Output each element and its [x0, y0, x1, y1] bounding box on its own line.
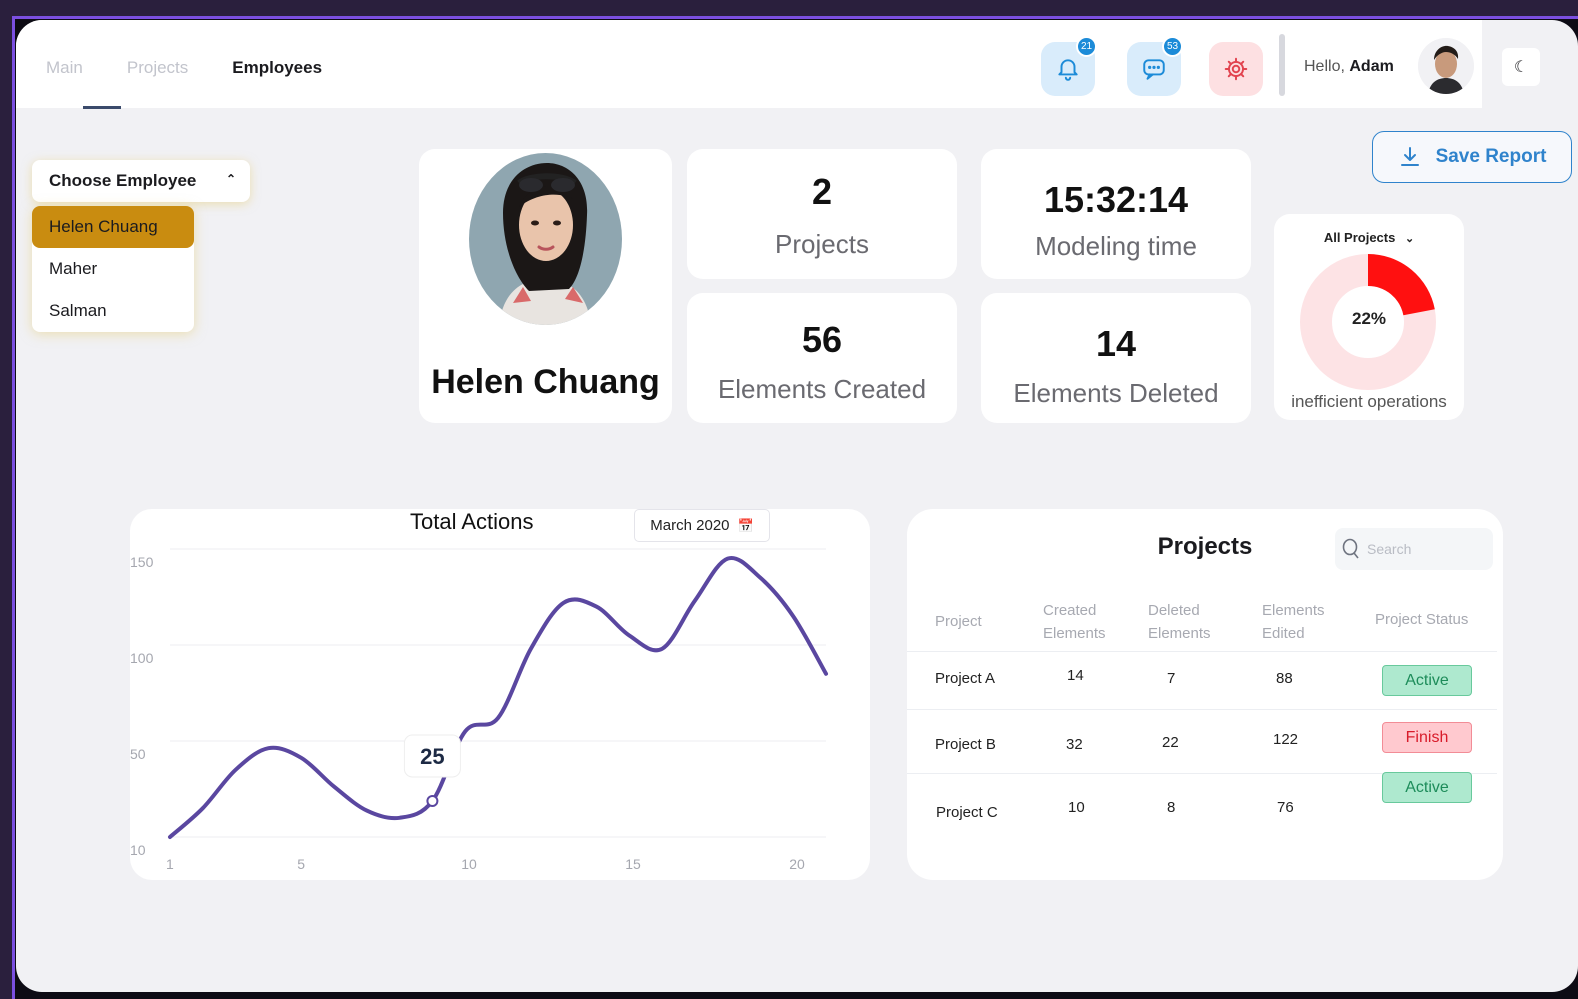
tab-main[interactable]: Main	[46, 58, 83, 78]
elements-deleted-count: 14	[1095, 323, 1137, 364]
save-report-button[interactable]: Save Report	[1372, 131, 1572, 183]
status-badge[interactable]: Active	[1382, 772, 1472, 803]
app-window: Main Projects Employees 21 53 Hello, Ada…	[16, 20, 1578, 992]
tab-underline	[83, 106, 121, 109]
greeting-text: Hello,	[1304, 58, 1345, 75]
header-elements-edited: Elements Edited	[1262, 602, 1325, 642]
y-tick-label: 10	[130, 842, 146, 858]
cell-edited: 88	[1276, 670, 1293, 687]
moon-icon: ☾	[1513, 59, 1529, 76]
employee-options: Helen Chuang Maher Salman	[32, 206, 194, 332]
chevron-up-icon: ⌃	[225, 172, 236, 186]
user-avatar[interactable]	[1418, 38, 1474, 94]
row-divider	[907, 709, 1497, 710]
y-tick-label: 100	[130, 650, 154, 666]
elements-deleted-label: Elements Deleted	[1013, 378, 1219, 408]
choose-employee-label: Choose Employee	[49, 171, 197, 190]
cell-project: Project B	[935, 736, 996, 753]
employee-option[interactable]: Maher	[32, 248, 194, 290]
tab-employees[interactable]: Employees	[232, 58, 322, 78]
cell-project: Project C	[936, 804, 998, 821]
cell-created: 14	[1067, 667, 1084, 684]
employee-option[interactable]: Salman	[32, 290, 194, 332]
header-divider	[1279, 34, 1285, 96]
elements-created-count: 56	[801, 319, 843, 360]
search-icon	[1342, 538, 1359, 559]
bell-icon	[1058, 59, 1078, 81]
user-avatar-image	[1418, 38, 1474, 94]
series-line	[168, 555, 828, 839]
elements-created-card: 56 Elements Created	[687, 293, 957, 423]
projects-stat-card: 2 Projects	[687, 149, 957, 279]
cell-deleted: 22	[1162, 734, 1179, 751]
cell-created: 10	[1068, 799, 1085, 816]
elements-created-label: Elements Created	[717, 374, 927, 404]
search-input[interactable]: Search	[1335, 528, 1493, 570]
employee-option[interactable]: Helen Chuang	[32, 206, 194, 248]
x-tick-label: 20	[789, 856, 805, 872]
modeling-time-label: Modeling time	[1035, 231, 1197, 261]
inefficiency-card: All Projects ⌄ 22% inefficient operation…	[1274, 214, 1464, 420]
x-tick-label: 5	[297, 856, 305, 872]
greeting: Hello, Adam	[1304, 58, 1394, 76]
highlight-point	[426, 795, 439, 807]
y-tick-label: 50	[130, 746, 146, 762]
top-bar: Main Projects Employees 21 53 Hello, Ada…	[16, 20, 1482, 109]
elements-deleted-card: 14 Elements Deleted	[981, 293, 1251, 423]
cell-deleted: 7	[1167, 670, 1176, 687]
profile-photo-image	[469, 153, 622, 325]
inefficiency-label: inefficient operations	[1291, 392, 1447, 411]
cell-created: 32	[1066, 736, 1083, 753]
settings-button[interactable]	[1209, 42, 1263, 96]
notifications-badge: 21	[1076, 36, 1097, 57]
header-project: Project	[935, 613, 982, 630]
employee-name: Helen Chuang	[431, 363, 660, 401]
cell-edited: 76	[1277, 799, 1294, 816]
x-tick-label: 15	[625, 856, 641, 872]
x-tick-label: 1	[166, 856, 174, 872]
modeling-time-card: 15:32:14 Modeling time	[981, 149, 1251, 279]
row-divider	[907, 651, 1497, 652]
total-actions-chart: 15010050101 5 10 15 2025	[130, 548, 828, 872]
search-placeholder: Search	[1367, 541, 1412, 557]
header-created-elements: Created Elements	[1043, 602, 1106, 642]
projects-table-card: Projects Search Project Created Elements…	[907, 509, 1503, 880]
cell-deleted: 8	[1167, 799, 1176, 816]
status-badge[interactable]: Active	[1382, 665, 1472, 696]
save-report-label: Save Report	[1435, 146, 1547, 167]
user-name: Adam	[1349, 58, 1394, 75]
status-badge[interactable]: Finish	[1382, 722, 1472, 753]
choose-employee-dropdown[interactable]: Choose Employee ⌃	[32, 160, 250, 202]
messages-button[interactable]: 53	[1127, 36, 1183, 96]
chat-icon	[1143, 59, 1165, 80]
projects-label: Projects	[775, 229, 869, 259]
download-icon	[1400, 147, 1419, 166]
profile-photo	[469, 153, 622, 325]
x-tick-label: 10	[461, 856, 477, 872]
tab-projects[interactable]: Projects	[127, 58, 188, 78]
projects-count: 2	[811, 171, 833, 212]
inefficiency-percent: 22%	[1351, 309, 1387, 328]
nav-tabs: Main Projects Employees	[46, 58, 322, 78]
modeling-time-value: 15:32:14	[1043, 179, 1189, 220]
profile-card: Helen Chuang	[419, 149, 672, 423]
cell-edited: 122	[1273, 731, 1299, 748]
theme-toggle[interactable]: ☾	[1502, 48, 1540, 86]
y-tick-label: 150	[130, 554, 154, 570]
total-actions-chart-card: Total Actions March 2020 📅 150 100 50 10 1 5 1…	[130, 509, 870, 880]
messages-badge: 53	[1162, 36, 1183, 57]
notifications-button[interactable]: 21	[1041, 36, 1097, 96]
cell-project: Project A	[935, 670, 996, 687]
header-deleted-elements: Deleted Elements	[1148, 602, 1211, 642]
header-project-status: Project Status	[1375, 611, 1469, 628]
gear-icon	[1224, 57, 1248, 81]
tooltip-value: 25	[420, 744, 444, 769]
